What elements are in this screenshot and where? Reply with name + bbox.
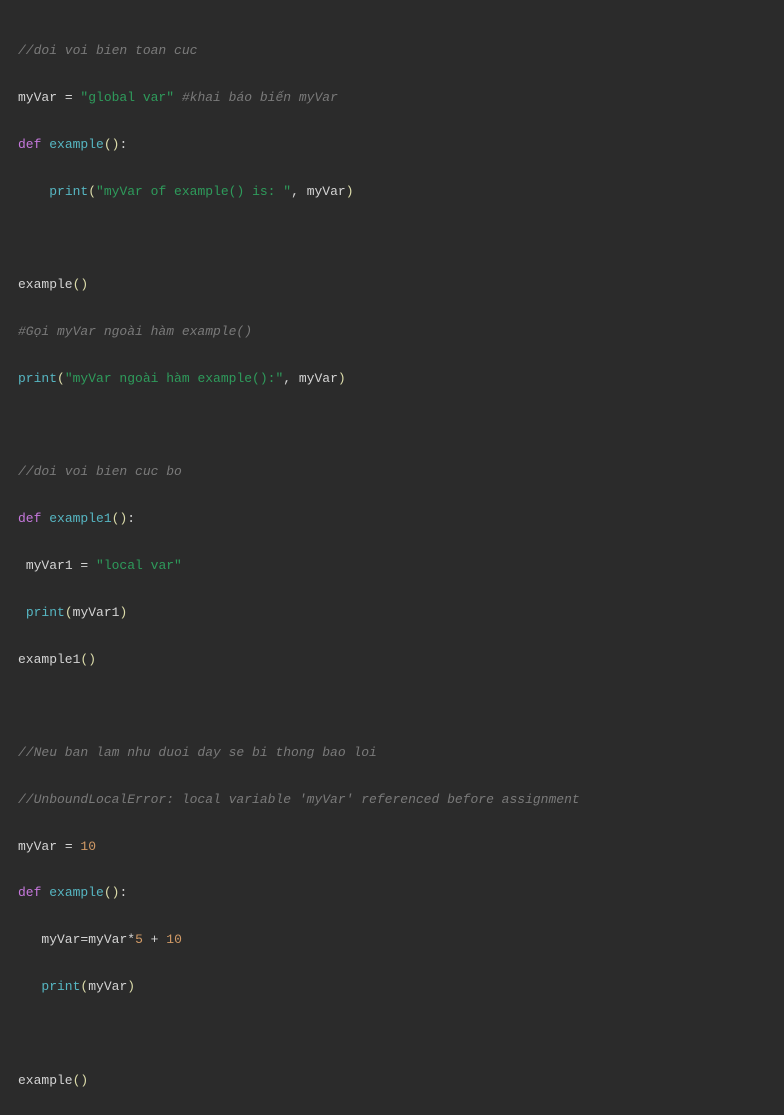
comma: , [283,371,299,386]
code-line: //doi voi bien toan cuc [18,39,766,62]
variable: myVar [307,184,346,199]
paren: ) [127,979,135,994]
comment-text: //doi voi bien toan cuc [18,43,197,58]
variable: myVar1 [26,558,73,573]
parentheses: () [104,885,120,900]
paren: ( [57,371,65,386]
code-line: example1() [18,648,766,671]
paren: ) [338,371,346,386]
function-name: example [49,137,104,152]
parentheses: () [80,652,96,667]
code-line: def example(): [18,133,766,156]
code-line: print("myVar of example() is: ", myVar) [18,180,766,203]
number-literal: 10 [166,932,182,947]
variable: myVar1 [73,605,120,620]
code-line: def example(): [18,881,766,904]
paren: ( [65,605,73,620]
number-literal: 5 [135,932,143,947]
function-name: example1 [49,511,111,526]
variable: myVar [299,371,338,386]
function-call: example1 [18,652,80,667]
paren: ( [80,979,88,994]
paren: ) [346,184,354,199]
builtin-function: print [49,184,88,199]
code-line: example() [18,1069,766,1092]
code-line: print(myVar) [18,975,766,998]
code-line: def example1(): [18,507,766,530]
variable: myVar [88,932,127,947]
variable: myVar [18,90,57,105]
variable: myVar [88,979,127,994]
code-line: myVar = "global var" #khai báo biến myVa… [18,86,766,109]
colon: : [119,137,127,152]
string-literal: "myVar of example() is: " [96,184,291,199]
builtin-function: print [18,371,57,386]
blank-line [18,1022,766,1045]
keyword: def [18,885,41,900]
operator: + [143,932,166,947]
paren: ( [88,184,96,199]
variable: myVar [41,932,80,947]
parentheses: () [104,137,120,152]
number-literal: 10 [80,839,96,854]
function-call: example [18,1073,73,1088]
code-line: print(myVar1) [18,601,766,624]
code-line: example() [18,273,766,296]
comment-text: //doi voi bien cuc bo [18,464,182,479]
blank-line [18,414,766,437]
comment-text: #khai báo biến myVar [174,90,338,105]
parentheses: () [73,277,89,292]
operator: = [57,90,80,105]
code-line: #Gọi myVar ngoài hàm example() [18,320,766,343]
builtin-function: print [26,605,65,620]
comment-text: #Gọi myVar ngoài hàm example() [18,324,252,339]
comment-text: //UnboundLocalError: local variable 'myV… [18,792,580,807]
operator: = [73,558,96,573]
code-line: myVar1 = "local var" [18,554,766,577]
colon: : [119,885,127,900]
operator: = [80,932,88,947]
function-call: example [18,277,73,292]
code-editor: //doi voi bien toan cuc myVar = "global … [18,16,766,1115]
string-literal: "global var" [80,90,174,105]
code-line: //doi voi bien cuc bo [18,460,766,483]
comment-text: //Neu ban lam nhu duoi day se bi thong b… [18,745,377,760]
colon: : [127,511,135,526]
blank-line [18,694,766,717]
code-line: myVar=myVar*5 + 10 [18,928,766,951]
parentheses: () [112,511,128,526]
operator: = [57,839,80,854]
code-line: //UnboundLocalError: local variable 'myV… [18,788,766,811]
code-line: //Neu ban lam nhu duoi day se bi thong b… [18,741,766,764]
function-name: example [49,885,104,900]
code-line: print("myVar ngoài hàm example():", myVa… [18,367,766,390]
blank-line [18,227,766,250]
keyword: def [18,137,41,152]
string-literal: "local var" [96,558,182,573]
comma: , [291,184,307,199]
paren: ) [119,605,127,620]
parentheses: () [73,1073,89,1088]
builtin-function: print [41,979,80,994]
variable: myVar [18,839,57,854]
code-line: myVar = 10 [18,835,766,858]
operator: * [127,932,135,947]
string-literal: "myVar ngoài hàm example():" [65,371,283,386]
keyword: def [18,511,41,526]
